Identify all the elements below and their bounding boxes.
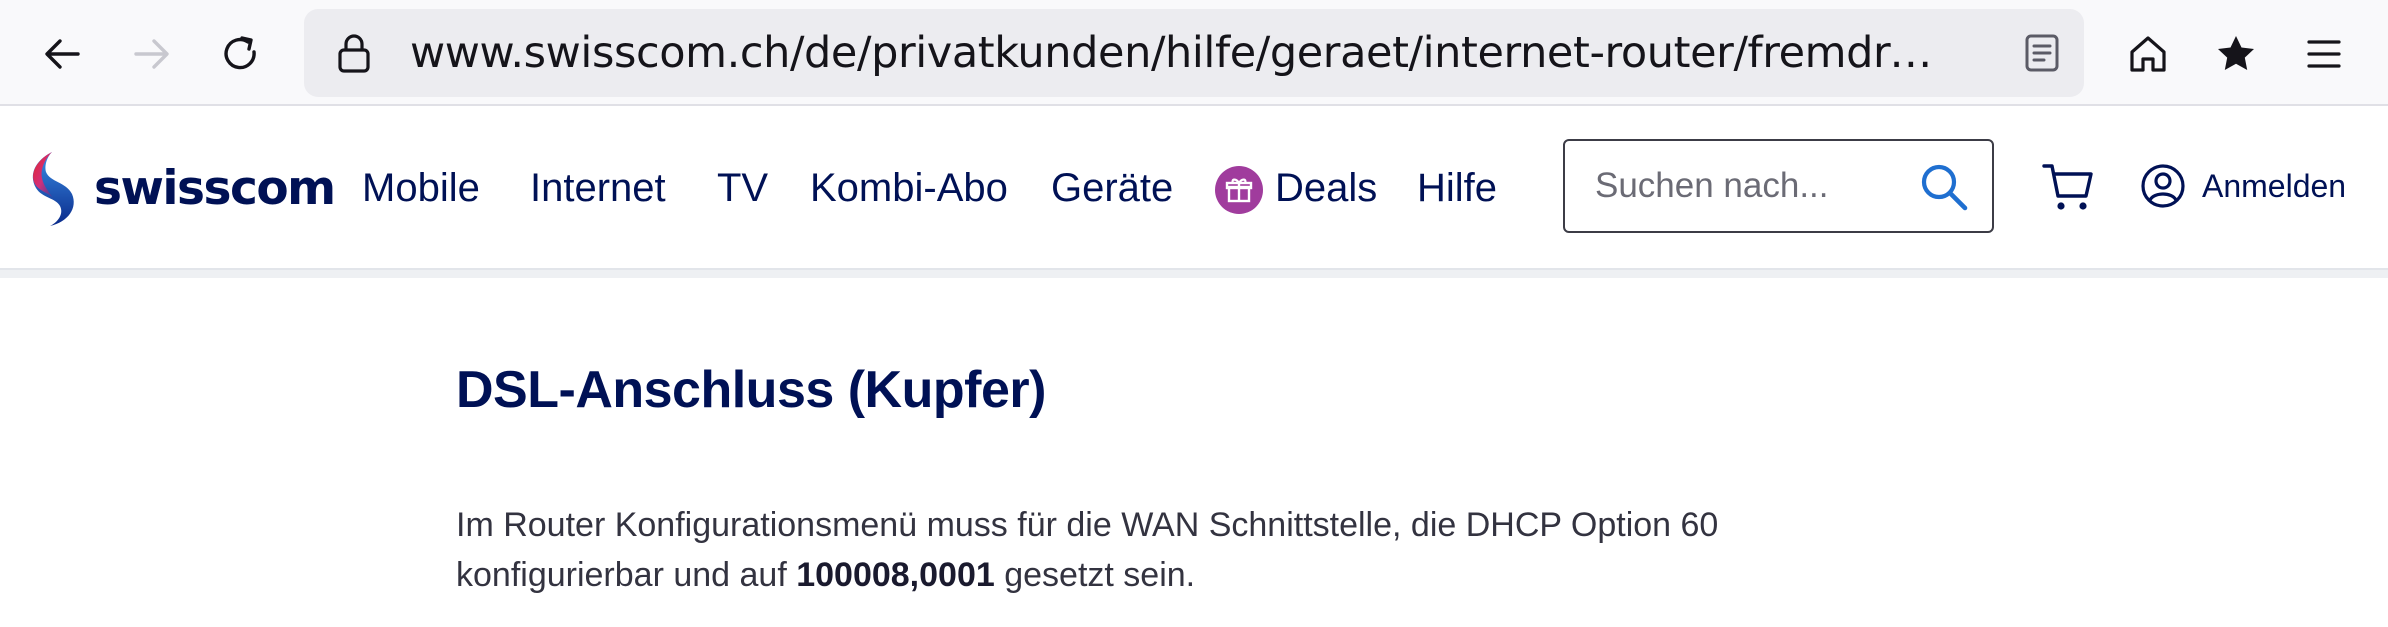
nav-item-internet[interactable]: Internet <box>530 158 666 218</box>
menu-icon <box>2307 40 2341 68</box>
back-icon <box>45 39 80 69</box>
browser-toolbar: www.swisscom.ch/de/privatkunden/hilfe/ge… <box>0 0 2388 106</box>
url-text[interactable]: www.swisscom.ch/de/privatkunden/hilfe/ge… <box>410 9 1950 97</box>
search-input[interactable] <box>1595 141 1925 231</box>
home-button[interactable] <box>2116 22 2180 86</box>
nav-item-deals[interactable]: Deals <box>1275 158 1377 218</box>
swisscom-logo[interactable]: swisscom <box>22 148 336 228</box>
lock-icon[interactable] <box>330 29 378 77</box>
nav-item-mobile[interactable]: Mobile <box>362 158 480 218</box>
forward-button[interactable] <box>120 22 184 86</box>
forward-icon <box>134 39 169 69</box>
section-title: DSL-Anschluss (Kupfer) <box>456 361 1046 419</box>
login-button[interactable]: Anmelden <box>2140 158 2346 214</box>
cart-icon[interactable] <box>2040 158 2096 214</box>
menu-button[interactable] <box>2292 22 2356 86</box>
address-bar[interactable]: www.swisscom.ch/de/privatkunden/hilfe/ge… <box>304 9 2084 97</box>
swisscom-logo-icon <box>32 152 74 226</box>
bookmark-button[interactable] <box>2204 22 2268 86</box>
home-icon <box>2130 36 2166 72</box>
search-icon[interactable] <box>1918 161 1970 213</box>
back-button[interactable] <box>30 22 94 86</box>
gift-icon <box>1215 166 1263 214</box>
user-icon <box>2141 164 2185 208</box>
logo-wordmark: swisscom <box>94 160 336 216</box>
nav-item-tv[interactable]: TV <box>717 158 768 218</box>
site-header: swisscom Mobile Internet TV Kombi-Abo Ge… <box>0 106 2388 268</box>
nav-item-hilfe[interactable]: Hilfe <box>1417 158 1497 218</box>
nav-item-geraete[interactable]: Geräte <box>1051 158 1173 218</box>
reload-button[interactable] <box>208 22 272 86</box>
header-divider <box>0 268 2388 278</box>
search-box <box>1563 139 1994 233</box>
login-label: Anmelden <box>2202 167 2347 204</box>
instruction-paragraph: Im Router Konfigurationsmenü muss für di… <box>456 500 1856 600</box>
nav-item-kombi-abo[interactable]: Kombi-Abo <box>810 158 1008 218</box>
dhcp-option-value: 100008,0001 <box>796 556 995 594</box>
paragraph-text-end: gesetzt sein. <box>994 556 1196 594</box>
content-section: DSL-Anschluss (Kupfer) <box>456 360 1856 420</box>
reader-view-icon[interactable] <box>2018 29 2066 77</box>
reload-icon <box>224 36 256 70</box>
bookmark-star-icon <box>2218 36 2254 70</box>
